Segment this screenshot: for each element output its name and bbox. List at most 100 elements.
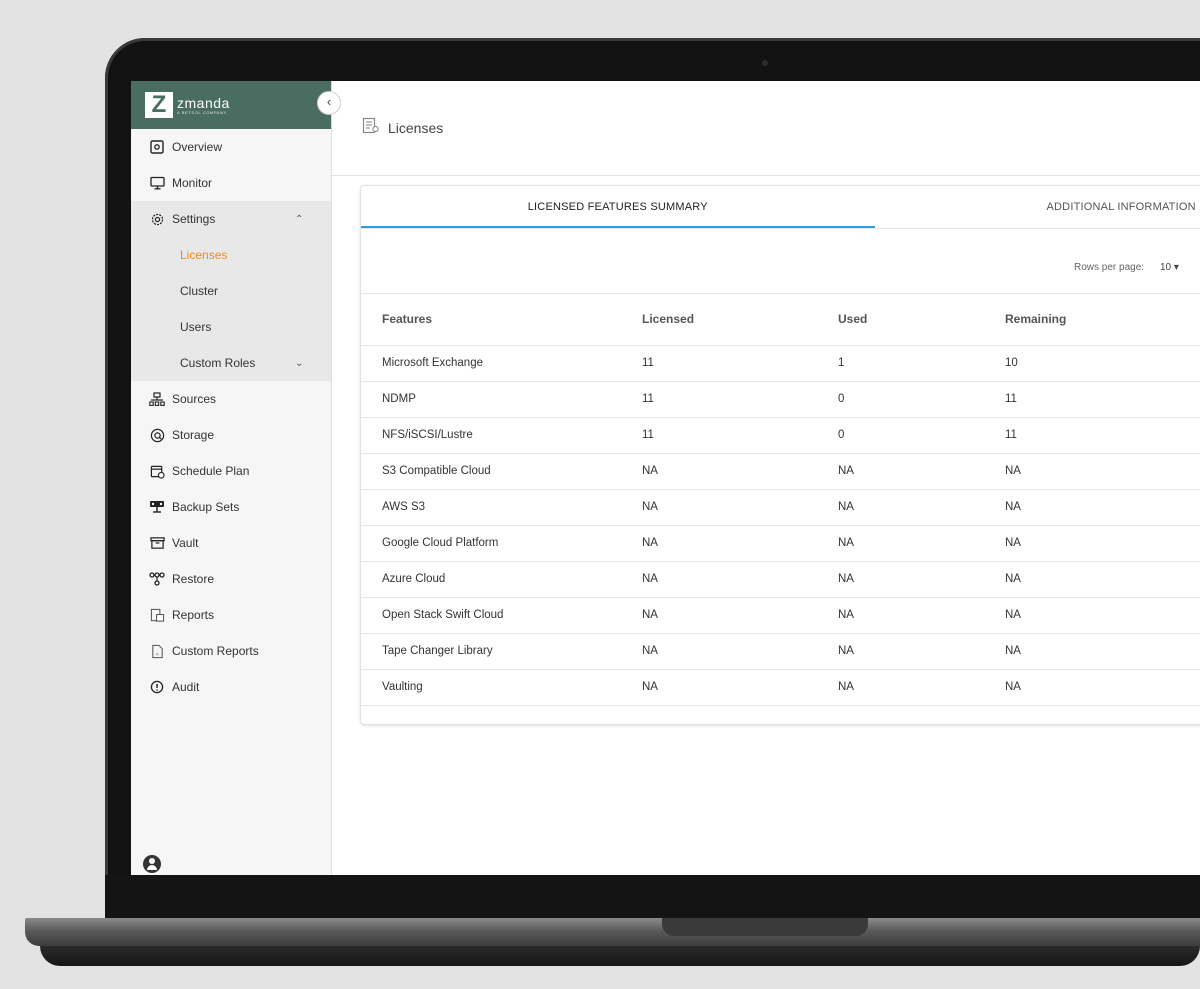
- sidebar-subitem-custom-roles[interactable]: Custom Roles ⌄: [131, 345, 331, 381]
- cell-remaining: NA: [1005, 453, 1200, 490]
- cell-feature: Google Cloud Platform: [361, 525, 642, 562]
- cell-used: 1: [838, 345, 1005, 382]
- licenses-card: LICENSED FEATURES SUMMARY ADDITIONAL INF…: [360, 185, 1200, 725]
- sidebar-item-label: Vault: [172, 536, 199, 550]
- cell-licensed: NA: [642, 597, 838, 634]
- sidebar-item-label: Reports: [172, 608, 215, 622]
- sidebar-item-monitor[interactable]: Monitor: [131, 165, 331, 201]
- table-row: Azure Cloud NA NA NA: [361, 561, 1200, 598]
- camera-dot: [762, 60, 768, 66]
- table-row: S3 Compatible Cloud NA NA NA: [361, 453, 1200, 490]
- table-header-row: Features Licensed Used Remaining: [361, 294, 1200, 346]
- reports-icon: [149, 607, 165, 623]
- table-row: NDMP 11 0 11: [361, 381, 1200, 418]
- cell-licensed: 11: [642, 417, 838, 454]
- sidebar-item-audit[interactable]: Audit: [131, 669, 331, 705]
- page-header: Licenses: [332, 81, 1200, 176]
- sidebar-item-reports[interactable]: Reports: [131, 597, 331, 633]
- cell-licensed: NA: [642, 525, 838, 562]
- table-row: Tape Changer Library NA NA NA: [361, 633, 1200, 670]
- laptop-base-shadow: [40, 946, 1200, 966]
- page-title: Licenses: [388, 120, 444, 136]
- settings-group: Settings ⌃ Licenses Cluster Users Custom…: [131, 201, 331, 381]
- table-row: AWS S3 NA NA NA: [361, 489, 1200, 526]
- cell-remaining: NA: [1005, 669, 1200, 706]
- brand-name: zmanda: [177, 94, 230, 111]
- sidebar-item-restore[interactable]: Restore: [131, 561, 331, 597]
- rows-per-page-select[interactable]: 10 ▾: [1160, 262, 1179, 273]
- sidebar-item-storage[interactable]: Storage: [131, 417, 331, 453]
- table-row: Google Cloud Platform NA NA NA: [361, 525, 1200, 562]
- rows-per-page-label: Rows per page:: [1074, 262, 1145, 273]
- sidebar-item-overview[interactable]: Overview: [131, 129, 331, 165]
- column-header-features[interactable]: Features: [361, 294, 642, 346]
- vault-icon: [149, 535, 165, 551]
- sidebar-item-vault[interactable]: Vault: [131, 525, 331, 561]
- sidebar-item-custom-reports[interactable]: A Custom Reports: [131, 633, 331, 669]
- sidebar-item-label: Settings: [172, 212, 216, 226]
- caret-down-icon: ▾: [1173, 262, 1179, 273]
- sidebar-item-label: Overview: [172, 140, 223, 154]
- table-row: NFS/iSCSI/Lustre 11 0 11: [361, 417, 1200, 454]
- svg-text:A: A: [155, 651, 159, 656]
- sources-icon: [149, 391, 165, 407]
- cell-remaining: 10: [1005, 345, 1200, 382]
- user-account-icon[interactable]: [143, 855, 161, 873]
- sidebar-item-sources[interactable]: Sources: [131, 381, 331, 417]
- brand-tagline: A BETSOL COMPANY: [177, 109, 227, 115]
- cell-feature: NFS/iSCSI/Lustre: [361, 417, 642, 454]
- sidebar-item-label: Monitor: [172, 176, 213, 190]
- sidebar-item-settings[interactable]: Settings ⌃: [131, 201, 331, 237]
- cell-used: NA: [838, 525, 1005, 562]
- cell-licensed: 11: [642, 345, 838, 382]
- sidebar-subitem-cluster[interactable]: Cluster: [131, 273, 331, 309]
- rows-per-page-value: 10: [1160, 262, 1172, 273]
- tab-bar: LICENSED FEATURES SUMMARY ADDITIONAL INF…: [361, 186, 1200, 229]
- cell-used: 0: [838, 417, 1005, 454]
- sidebar-subitem-label: Custom Roles: [180, 356, 256, 370]
- chevron-up-icon: ⌃: [295, 213, 304, 225]
- cell-feature: Tape Changer Library: [361, 633, 642, 670]
- laptop-base: [25, 918, 1200, 946]
- cell-used: NA: [838, 561, 1005, 598]
- sidebar-item-backup-sets[interactable]: Backup Sets: [131, 489, 331, 525]
- cell-licensed: NA: [642, 669, 838, 706]
- sidebar-subitem-users[interactable]: Users: [131, 309, 331, 345]
- cell-licensed: NA: [642, 489, 838, 526]
- cell-remaining: 11: [1005, 381, 1200, 418]
- sidebar-item-label: Schedule Plan: [172, 464, 250, 478]
- cell-used: NA: [838, 453, 1005, 490]
- backup-sets-icon: [149, 499, 165, 515]
- cell-used: NA: [838, 489, 1005, 526]
- sidebar-item-schedule-plan[interactable]: Schedule Plan: [131, 453, 331, 489]
- column-header-remaining[interactable]: Remaining: [1005, 294, 1200, 346]
- cell-licensed: NA: [642, 561, 838, 598]
- tab-additional-information[interactable]: ADDITIONAL INFORMATION: [875, 186, 1200, 228]
- brand-header: Z zmanda A BETSOL COMPANY: [131, 81, 331, 129]
- sidebar-subitem-licenses[interactable]: Licenses: [131, 237, 331, 273]
- main-content: Licenses LICENSED FEATURES SUMMARY ADDIT…: [332, 81, 1200, 875]
- screen: Z zmanda A BETSOL COMPANY Overview Monit…: [131, 81, 1200, 875]
- overview-icon: [149, 139, 165, 155]
- cell-feature: NDMP: [361, 381, 642, 418]
- pagination-bar: Rows per page: 10 ▾: [361, 229, 1200, 294]
- sidebar-item-label: Backup Sets: [172, 500, 240, 514]
- chevron-down-icon: ⌄: [295, 357, 304, 369]
- cell-used: NA: [838, 633, 1005, 670]
- table-row: Vaulting NA NA NA: [361, 669, 1200, 706]
- cell-remaining: 11: [1005, 417, 1200, 454]
- cell-feature: Azure Cloud: [361, 561, 642, 598]
- cell-feature: Open Stack Swift Cloud: [361, 597, 642, 634]
- column-header-licensed[interactable]: Licensed: [642, 294, 838, 346]
- cell-remaining: NA: [1005, 489, 1200, 526]
- sidebar-collapse-button[interactable]: ‹: [317, 91, 341, 115]
- brand-logo-mark: Z: [145, 92, 173, 118]
- cell-feature: AWS S3: [361, 489, 642, 526]
- sidebar-item-label: Restore: [172, 572, 215, 586]
- sidebar-item-label: Sources: [172, 392, 217, 406]
- license-document-icon: [362, 117, 380, 140]
- audit-icon: [149, 679, 165, 695]
- tab-licensed-features-summary[interactable]: LICENSED FEATURES SUMMARY: [361, 186, 875, 228]
- column-header-used[interactable]: Used: [838, 294, 1005, 346]
- custom-reports-icon: A: [149, 643, 165, 659]
